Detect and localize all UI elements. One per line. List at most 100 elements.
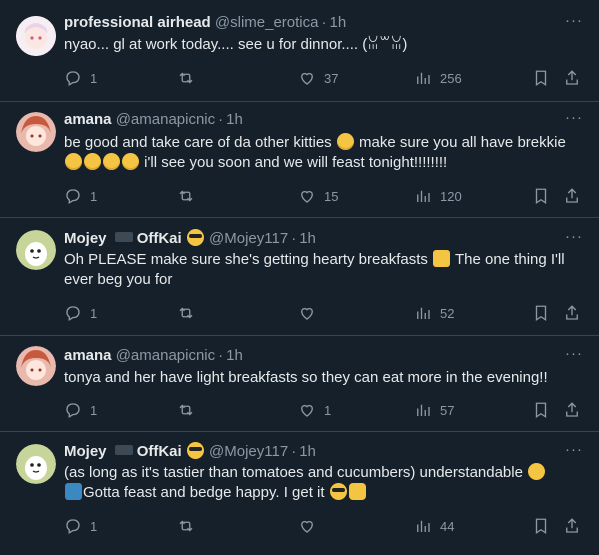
retweet-icon xyxy=(179,72,193,84)
more-options-icon[interactable]: ··· xyxy=(565,108,583,128)
action-bar: 1 1 57 xyxy=(64,400,583,420)
tweet-text-part: Gotta feast and bedge happy. I get it xyxy=(83,484,325,501)
more-options-icon[interactable]: ··· xyxy=(565,227,583,247)
display-name[interactable]: professional airhead xyxy=(64,14,211,31)
share-button[interactable] xyxy=(563,400,581,420)
tweet-text: tonya and her have light breakfasts so t… xyxy=(64,369,548,386)
bookmark-button[interactable] xyxy=(532,400,550,420)
share-button[interactable] xyxy=(563,303,581,323)
tweet-text-part: make sure you all have brekkie xyxy=(359,134,566,151)
pleading-face-emoji xyxy=(65,153,82,170)
retweet-button[interactable] xyxy=(177,68,203,88)
share-icon xyxy=(566,188,578,203)
timestamp[interactable]: 1h xyxy=(226,111,243,128)
tweet-text: be good and take care of da other kittie… xyxy=(64,133,581,173)
timestamp[interactable]: 1h xyxy=(226,347,243,364)
arrow-badge-icon xyxy=(114,232,133,242)
bookmark-icon xyxy=(535,188,547,205)
display-name[interactable]: amana xyxy=(64,347,112,364)
share-icon xyxy=(566,402,578,417)
reply-icon xyxy=(66,403,80,418)
share-button[interactable] xyxy=(563,68,581,88)
separator-dot: · xyxy=(218,111,224,128)
tweet-text-part: be good and take care of da other kittie… xyxy=(64,134,332,151)
action-bar: 1 52 xyxy=(64,303,583,323)
display-name[interactable]: Mojey xyxy=(64,230,107,247)
like-button[interactable]: 15 xyxy=(298,186,338,206)
share-button[interactable] xyxy=(563,186,581,206)
tweet[interactable]: amana @amanapicnic · 1h ··· be good and ta… xyxy=(0,102,599,218)
avatar[interactable] xyxy=(16,346,56,386)
retweet-button[interactable] xyxy=(177,303,203,323)
like-button[interactable] xyxy=(298,303,324,323)
bookmark-button[interactable] xyxy=(532,68,550,88)
like-button[interactable] xyxy=(298,516,324,536)
timestamp[interactable]: 1h xyxy=(299,443,316,460)
views-icon xyxy=(417,72,430,84)
tweet-header: Mojey OffKai @Mojey117 · 1h ··· xyxy=(64,227,583,249)
views-button[interactable]: 120 xyxy=(414,186,462,206)
more-options-icon[interactable]: ··· xyxy=(565,440,583,460)
display-name[interactable]: Mojey xyxy=(64,443,107,460)
like-count: 15 xyxy=(324,188,339,204)
user-handle[interactable]: @amanapicnic xyxy=(116,111,215,128)
reply-button[interactable]: 1 xyxy=(64,516,97,536)
separator-dot: · xyxy=(321,14,327,31)
reply-icon xyxy=(66,189,80,204)
retweet-button[interactable] xyxy=(177,516,203,536)
user-handle[interactable]: @amanapicnic xyxy=(116,347,215,364)
reply-button[interactable]: 1 xyxy=(64,400,97,420)
avatar[interactable] xyxy=(16,112,56,152)
separator-dot: · xyxy=(291,230,297,247)
avatar[interactable] xyxy=(16,230,56,270)
reply-count: 1 xyxy=(90,70,98,86)
views-button[interactable]: 44 xyxy=(414,516,454,536)
retweet-button[interactable] xyxy=(177,400,203,420)
slightly-smiling-face-emoji xyxy=(528,463,546,480)
folded-hands-emoji xyxy=(433,250,451,267)
tweet[interactable]: professional airhead @slime_erotica · 1h ·… xyxy=(0,0,599,102)
tweet[interactable]: Mojey OffKai @Mojey117 · 1h ··· Oh PLEASE … xyxy=(0,218,599,336)
retweet-icon xyxy=(179,404,193,416)
tweet[interactable]: amana @amanapicnic · 1h ··· tonya and her … xyxy=(0,336,599,432)
views-icon xyxy=(417,307,430,319)
timestamp[interactable]: 1h xyxy=(329,14,346,31)
reply-button[interactable]: 1 xyxy=(64,303,97,323)
timeline: professional airhead @slime_erotica · 1h ·… xyxy=(0,0,599,555)
like-button[interactable]: 37 xyxy=(298,68,338,88)
avatar[interactable] xyxy=(16,444,56,484)
reply-button[interactable]: 1 xyxy=(64,68,97,88)
views-button[interactable]: 57 xyxy=(414,400,454,420)
tweet[interactable]: Mojey OffKai @Mojey117 · 1h ··· (as long a… xyxy=(0,432,599,555)
user-handle[interactable]: @slime_erotica xyxy=(215,14,319,31)
more-options-icon[interactable]: ··· xyxy=(565,344,583,364)
separator-dot: · xyxy=(218,347,224,364)
reply-button[interactable]: 1 xyxy=(64,186,97,206)
reply-count: 1 xyxy=(90,402,98,418)
display-name[interactable]: amana xyxy=(64,111,112,128)
timestamp[interactable]: 1h xyxy=(299,230,316,247)
bookmark-button[interactable] xyxy=(532,303,550,323)
display-name-suffix[interactable]: OffKai xyxy=(137,443,182,460)
tweet-header: amana @amanapicnic · 1h ··· xyxy=(64,344,583,366)
tweet-text-part: i'll see you soon and we will feast toni… xyxy=(144,154,448,171)
views-button[interactable]: 256 xyxy=(414,68,462,88)
pleading-face-emoji xyxy=(336,133,354,150)
sunglasses-emoji xyxy=(186,229,204,246)
more-options-icon[interactable]: ··· xyxy=(565,11,583,31)
avatar[interactable] xyxy=(16,16,56,56)
tweet-text: Oh PLEASE make sure she's getting hearty… xyxy=(64,250,581,290)
user-handle[interactable]: @Mojey117 xyxy=(209,443,288,460)
retweet-button[interactable] xyxy=(177,186,203,206)
user-handle[interactable]: @Mojey117 xyxy=(209,230,288,247)
views-icon xyxy=(417,190,430,202)
like-icon xyxy=(301,307,313,320)
share-button[interactable] xyxy=(563,516,581,536)
views-button[interactable]: 52 xyxy=(414,303,454,323)
bookmark-button[interactable] xyxy=(532,516,550,536)
share-icon xyxy=(566,518,578,533)
like-button[interactable]: 1 xyxy=(298,400,331,420)
bookmark-button[interactable] xyxy=(532,186,550,206)
tweet-header: Mojey OffKai @Mojey117 · 1h ··· xyxy=(64,440,583,462)
display-name-suffix[interactable]: OffKai xyxy=(137,230,182,247)
